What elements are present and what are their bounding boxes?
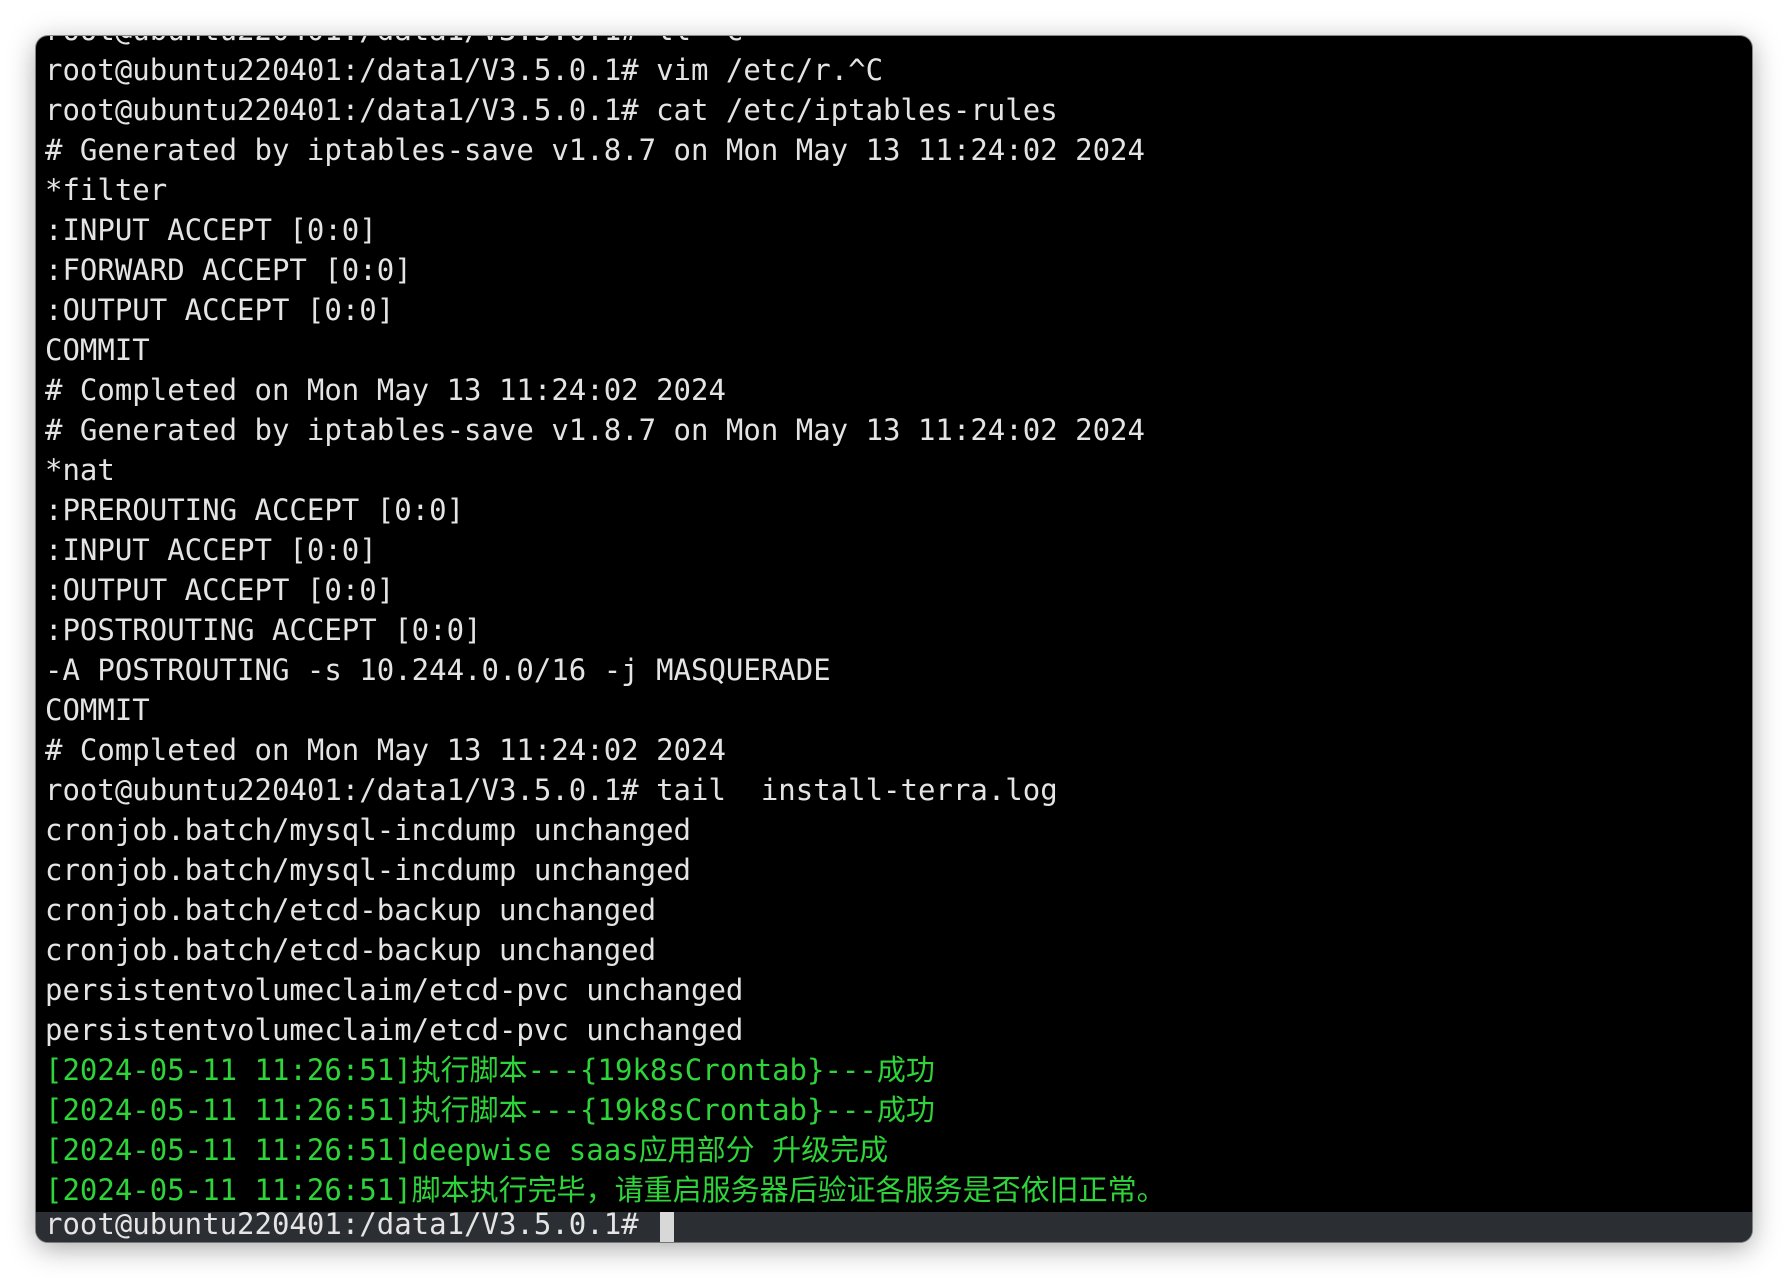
terminal-line: COMMIT: [45, 693, 150, 727]
terminal-line: COMMIT: [45, 333, 150, 367]
terminal-window: root@ubuntu220401:/data1/V3.5.0.1# ll -c…: [36, 36, 1752, 1242]
terminal-line: persistentvolumeclaim/etcd-pvc unchanged: [45, 1013, 744, 1047]
terminal-line: :FORWARD ACCEPT [0:0]: [45, 253, 412, 287]
terminal-line: [2024-05-11 11:26:51]deepwise saas应用部分 升…: [45, 1133, 889, 1167]
terminal-input-row[interactable]: root@ubuntu220401:/data1/V3.5.0.1#: [36, 1212, 1752, 1242]
command-prompt: root@ubuntu220401:/data1/V3.5.0.1#: [45, 1212, 675, 1242]
terminal-line: # Generated by iptables-save v1.8.7 on M…: [45, 133, 1145, 167]
terminal-line: *filter: [45, 173, 168, 207]
terminal-line: [2024-05-11 11:26:51]执行脚本---{19k8sCronta…: [45, 1053, 935, 1087]
terminal-line: [2024-05-11 11:26:51]脚本执行完毕，请重启服务器后验证各服务…: [45, 1173, 1166, 1207]
terminal-line: root@ubuntu220401:/data1/V3.5.0.1# vim /…: [45, 53, 884, 87]
terminal-line: :OUTPUT ACCEPT [0:0]: [45, 293, 395, 327]
terminal-line: cronjob.batch/mysql-incdump unchanged: [45, 813, 692, 847]
terminal-line: cronjob.batch/etcd-backup unchanged: [45, 933, 657, 967]
terminal-line: root@ubuntu220401:/data1/V3.5.0.1# tail …: [45, 773, 1058, 807]
terminal-line: # Generated by iptables-save v1.8.7 on M…: [45, 413, 1145, 447]
terminal-line: persistentvolumeclaim/etcd-pvc unchanged: [45, 973, 744, 1007]
terminal-line: [2024-05-11 11:26:51]执行脚本---{19k8sCronta…: [45, 1093, 935, 1127]
prompt-text: root@ubuntu220401:/data1/V3.5.0.1#: [45, 1212, 657, 1241]
terminal-line: root@ubuntu220401:/data1/V3.5.0.1# cat /…: [45, 93, 1058, 127]
terminal-line: -A POSTROUTING -s 10.244.0.0/16 -j MASQU…: [45, 653, 831, 687]
terminal-line: :INPUT ACCEPT [0:0]: [45, 213, 377, 247]
terminal-line: cronjob.batch/mysql-incdump unchanged: [45, 853, 692, 887]
terminal-line: root@ubuntu220401:/data1/V3.5.0.1# ll -c: [45, 36, 1752, 50]
terminal-line: # Completed on Mon May 13 11:24:02 2024: [45, 373, 726, 407]
terminal-line: :PREROUTING ACCEPT [0:0]: [45, 493, 465, 527]
text-cursor: [660, 1212, 675, 1242]
terminal-output[interactable]: root@ubuntu220401:/data1/V3.5.0.1# ll -c…: [45, 36, 1752, 1210]
terminal-line: :OUTPUT ACCEPT [0:0]: [45, 573, 395, 607]
terminal-line: :INPUT ACCEPT [0:0]: [45, 533, 377, 567]
terminal-line: *nat: [45, 453, 115, 487]
terminal-line: cronjob.batch/etcd-backup unchanged: [45, 893, 657, 927]
terminal-line: :POSTROUTING ACCEPT [0:0]: [45, 613, 482, 647]
terminal-line: # Completed on Mon May 13 11:24:02 2024: [45, 733, 726, 767]
